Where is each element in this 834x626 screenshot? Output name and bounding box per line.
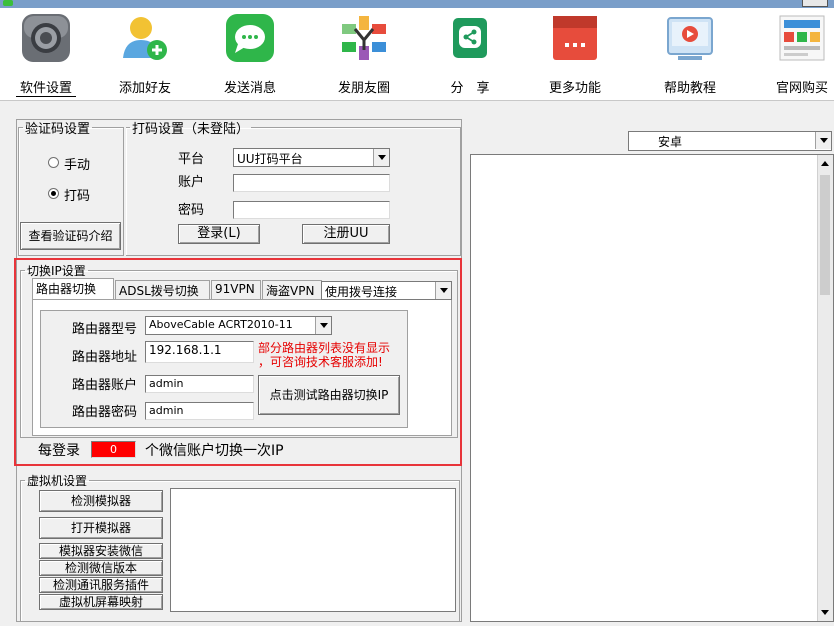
shop-icon xyxy=(776,12,828,64)
scroll-down-icon[interactable] xyxy=(821,610,829,615)
add-user-icon xyxy=(119,12,171,64)
toolbar-more-button[interactable]: 更多功能 xyxy=(545,12,605,96)
screen-mirror-button[interactable]: 虚拟机屏幕映射 xyxy=(39,594,163,610)
captcha-auto-label: 打码 xyxy=(64,189,91,204)
coding-legend: 打码设置（未登陆） xyxy=(132,122,250,137)
register-button[interactable]: 注册UU xyxy=(302,224,390,244)
password-label: 密码 xyxy=(178,203,205,218)
captcha-intro-button[interactable]: 查看验证码介绍 xyxy=(20,222,121,250)
check-wechat-version-button[interactable]: 检测微信版本 xyxy=(39,560,163,576)
tab-pirate-vpn[interactable]: 海盗VPN xyxy=(262,280,322,299)
share-icon xyxy=(444,12,496,64)
chevron-down-icon xyxy=(815,132,831,149)
gear-icon xyxy=(20,12,72,64)
scroll-thumb[interactable] xyxy=(820,175,830,295)
toolbar-buy-button[interactable]: 官网购买 xyxy=(776,12,834,96)
device-display-area[interactable] xyxy=(470,154,834,622)
router-address-label: 路由器地址 xyxy=(72,350,138,365)
router-model-label: 路由器型号 xyxy=(72,322,138,337)
install-wechat-button[interactable]: 模拟器安装微信 xyxy=(39,543,163,559)
router-notice: 部分路由器列表没有显示 ，可咨询技术客服添加! xyxy=(258,341,391,369)
router-address-input[interactable]: 192.168.1.1 xyxy=(145,341,254,363)
captcha-auto-radio[interactable] xyxy=(48,188,59,199)
test-router-button[interactable]: 点击测试路由器切换IP xyxy=(258,375,400,415)
router-model-select[interactable]: AboveCable ACRT2010-11 xyxy=(145,316,332,335)
router-password-label: 路由器密码 xyxy=(72,405,138,420)
connection-mode-select[interactable]: 使用拨号连接 xyxy=(321,281,452,300)
toolbar-send-message-button[interactable]: 发送消息 xyxy=(220,12,280,96)
video-tutorial-icon xyxy=(664,12,716,64)
router-account-label: 路由器账户 xyxy=(72,378,138,393)
tab-91vpn[interactable]: 91VPN xyxy=(211,280,261,299)
platform-label: 平台 xyxy=(178,152,205,167)
platform-type-select[interactable]: 安卓 xyxy=(628,131,832,151)
captcha-manual-radio[interactable] xyxy=(48,157,59,168)
check-service-plugin-button[interactable]: 检测通讯服务插件 xyxy=(39,577,163,593)
detect-emulator-button[interactable]: 检测模拟器 xyxy=(39,490,163,512)
chevron-down-icon xyxy=(373,149,389,166)
captcha-legend: 验证码设置 xyxy=(25,122,91,137)
chevron-down-icon xyxy=(435,282,451,299)
tab-router[interactable]: 路由器切换 xyxy=(32,278,114,299)
vertical-scrollbar[interactable] xyxy=(817,155,833,621)
ip-switch-legend: 切换IP设置 xyxy=(27,264,86,278)
more-icon xyxy=(549,12,601,64)
toolbar-share-button[interactable]: 分 享 xyxy=(440,12,500,96)
account-input[interactable] xyxy=(233,174,390,192)
main-toolbar: 软件设置 添加好友 发送消息 发朋友圈 分 享 更多功能 帮助教程 官网购买 xyxy=(0,8,834,101)
scroll-up-icon[interactable] xyxy=(821,161,829,166)
chat-icon xyxy=(224,12,276,64)
open-emulator-button[interactable]: 打开模拟器 xyxy=(39,517,163,539)
title-bar xyxy=(0,0,834,8)
every-login-count-input[interactable]: 0 xyxy=(91,441,136,458)
toolbar-add-friend-button[interactable]: 添加好友 xyxy=(115,12,175,96)
tab-adsl[interactable]: ADSL拨号切换 xyxy=(115,280,210,299)
camera-aperture-icon xyxy=(338,12,390,64)
every-login-prefix: 每登录 xyxy=(38,443,80,459)
toolbar-moments-button[interactable]: 发朋友圈 xyxy=(334,12,394,96)
router-account-input[interactable]: admin xyxy=(145,375,254,393)
password-input[interactable] xyxy=(233,201,390,219)
captcha-manual-label: 手动 xyxy=(64,158,91,173)
vm-legend: 虚拟机设置 xyxy=(27,474,88,488)
platform-select[interactable]: UU打码平台 xyxy=(233,148,390,167)
toolbar-settings-button[interactable]: 软件设置 xyxy=(16,12,76,97)
chevron-down-icon xyxy=(315,317,331,334)
account-label: 账户 xyxy=(178,175,205,190)
toolbar-help-button[interactable]: 帮助教程 xyxy=(660,12,720,96)
login-button[interactable]: 登录(L) xyxy=(178,224,260,244)
router-password-input[interactable]: admin xyxy=(145,402,254,420)
every-login-suffix: 个微信账户切换一次IP xyxy=(145,443,284,459)
app-icon xyxy=(3,0,13,6)
vm-log-area[interactable] xyxy=(170,488,456,612)
maximize-button[interactable] xyxy=(802,0,828,7)
